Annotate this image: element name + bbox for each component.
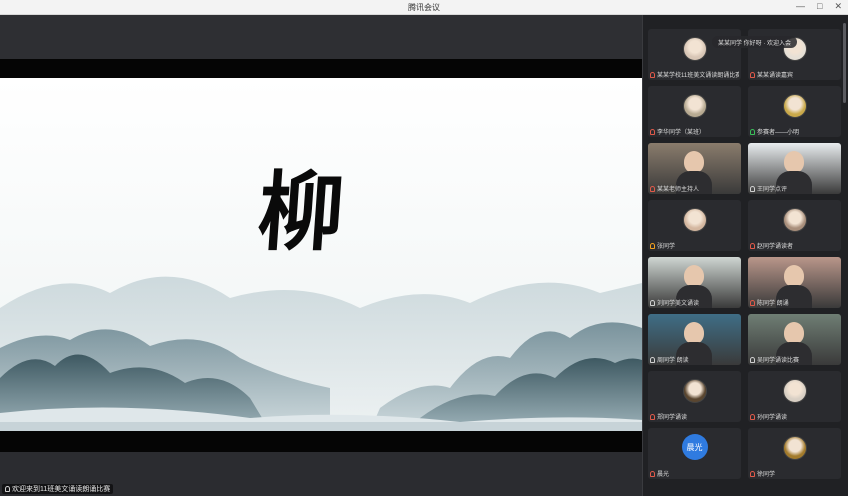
- participant-name: 徐同学: [757, 472, 776, 478]
- participant-label: 吴同学诵读比赛: [750, 355, 839, 364]
- participant-label: 王同学点评: [750, 184, 839, 193]
- participant-label: 晨光: [650, 469, 739, 478]
- mic-icon: [650, 299, 655, 306]
- mic-muted-icon: [650, 71, 655, 78]
- person-silhouette-icon: [684, 265, 704, 287]
- participant-tile[interactable]: 孙同学诵读: [748, 371, 841, 422]
- participant-scrollbar[interactable]: [843, 23, 846, 103]
- participant-name: 参赛者——小明: [757, 130, 800, 136]
- participant-panel[interactable]: 某某学校11班美文诵读朗诵比赛 某某诵读嘉宾李华同学（某班） 参赛者——小明某某老师…: [642, 15, 848, 496]
- mic-muted-icon: [750, 242, 755, 249]
- participant-initials-avatar: 晨光: [681, 434, 708, 460]
- stage-top-bar: [0, 15, 642, 59]
- mic-muted-icon: [750, 71, 755, 78]
- participant-name: 刘同学美文诵读: [657, 301, 700, 307]
- mic-icon: [5, 486, 10, 492]
- participant-name: 周同学 朗读: [657, 358, 689, 364]
- person-silhouette-icon: [784, 322, 804, 344]
- participant-tile[interactable]: 王同学点评: [748, 143, 841, 194]
- mic-icon: [650, 242, 655, 249]
- avatar: [682, 37, 707, 61]
- participant-name: 孙同学诵读: [757, 415, 788, 421]
- participant-tile[interactable]: 李华同学（某班）: [648, 86, 741, 137]
- participant-label: 李华同学（某班）: [650, 127, 739, 136]
- avatar: [782, 436, 807, 460]
- participant-label: 孙同学诵读: [750, 412, 839, 421]
- participant-name: 某某诵读嘉宾: [757, 73, 794, 79]
- window-controls: — □ ✕: [796, 1, 842, 12]
- participant-tile[interactable]: 某某老师主持人: [648, 143, 741, 194]
- participant-label: 郑同学诵读: [650, 412, 739, 421]
- participant-tile[interactable]: 周同学 朗读: [648, 314, 741, 365]
- participant-tile[interactable]: 晨光 晨光: [648, 428, 741, 479]
- participant-tile[interactable]: 郑同学诵读: [648, 371, 741, 422]
- participant-label: 陈同学 朗诵: [750, 298, 839, 307]
- participant-label: 参赛者——小明: [750, 127, 839, 136]
- participant-name: 李华同学（某班）: [657, 130, 706, 136]
- participant-name: 赵同学诵读者: [757, 244, 794, 250]
- mic-muted-icon: [650, 128, 655, 135]
- participant-name: 吴同学诵读比赛: [757, 358, 800, 364]
- mic-icon: [650, 356, 655, 363]
- participant-tile[interactable]: 吴同学诵读比赛: [748, 314, 841, 365]
- participant-label: 徐同学: [750, 469, 839, 478]
- participant-tile[interactable]: 参赛者——小明: [748, 86, 841, 137]
- avatar: [682, 379, 707, 403]
- participant-name: 晨光: [657, 472, 670, 478]
- participant-tile[interactable]: 赵同学诵读者: [748, 200, 841, 251]
- window-title: 腾讯会议: [408, 3, 440, 12]
- person-silhouette-icon: [784, 265, 804, 287]
- participant-tile[interactable]: 徐同学: [748, 428, 841, 479]
- participant-name: 郑同学诵读: [657, 415, 688, 421]
- person-silhouette-icon: [684, 322, 704, 344]
- avatar: [682, 208, 707, 232]
- avatar: [782, 94, 807, 118]
- maximize-button[interactable]: □: [817, 1, 822, 12]
- mic-muted-icon: [750, 299, 755, 306]
- mic-muted-icon: [650, 185, 655, 192]
- avatar: [782, 379, 807, 403]
- presenter-name: 欢迎来到11班美文诵读朗诵比赛: [12, 486, 111, 493]
- participant-tile[interactable]: 刘同学美文诵读: [648, 257, 741, 308]
- slide-calligraphy-character: 柳: [254, 162, 348, 263]
- participant-name: 王同学点评: [757, 187, 788, 193]
- mic-icon: [750, 128, 755, 135]
- minimize-button[interactable]: —: [796, 1, 805, 12]
- mic-muted-icon: [650, 413, 655, 420]
- close-button[interactable]: ✕: [834, 1, 842, 12]
- participant-name: 陈同学 朗诵: [757, 301, 789, 307]
- participant-name: 张同学: [657, 244, 676, 250]
- participant-label: 某某老师主持人: [650, 184, 739, 193]
- participant-tile[interactable]: 张同学: [648, 200, 741, 251]
- avatar: [682, 94, 707, 118]
- participant-label: 赵同学诵读者: [750, 241, 839, 250]
- shared-screen-area: 柳 欢迎来到11班美文诵读朗诵比赛: [0, 15, 642, 496]
- mic-muted-icon: [650, 470, 655, 477]
- mic-icon: [750, 356, 755, 363]
- mic-muted-icon: [750, 413, 755, 420]
- mic-muted-icon: [750, 470, 755, 477]
- participant-tile[interactable]: 陈同学 朗诵: [748, 257, 841, 308]
- person-silhouette-icon: [684, 151, 704, 173]
- ticker-text: 某某同学 你好呀 · 欢迎入会: [718, 40, 791, 47]
- person-silhouette-icon: [784, 151, 804, 173]
- participant-label: 某某学校11班美文诵读朗诵比赛: [650, 70, 739, 79]
- participant-label: 张同学: [650, 241, 739, 250]
- chat-ticker: 某某同学 你好呀 · 欢迎入会: [712, 36, 797, 48]
- participant-name: 某某老师主持人: [657, 187, 700, 193]
- participant-label: 刘同学美文诵读: [650, 298, 739, 307]
- avatar: [782, 208, 807, 232]
- title-bar: 腾讯会议 — □ ✕: [0, 0, 848, 15]
- participant-label: 周同学 朗读: [650, 355, 739, 364]
- participant-label: 某某诵读嘉宾: [750, 70, 839, 79]
- presenter-name-badge: 欢迎来到11班美文诵读朗诵比赛: [2, 484, 114, 494]
- participant-name: 某某学校11班美文诵读朗诵比赛: [657, 73, 739, 79]
- mic-icon: [750, 185, 755, 192]
- letterbox-bottom: [0, 431, 642, 452]
- letterbox-top: [0, 59, 642, 78]
- presentation-slide: 柳: [0, 78, 642, 431]
